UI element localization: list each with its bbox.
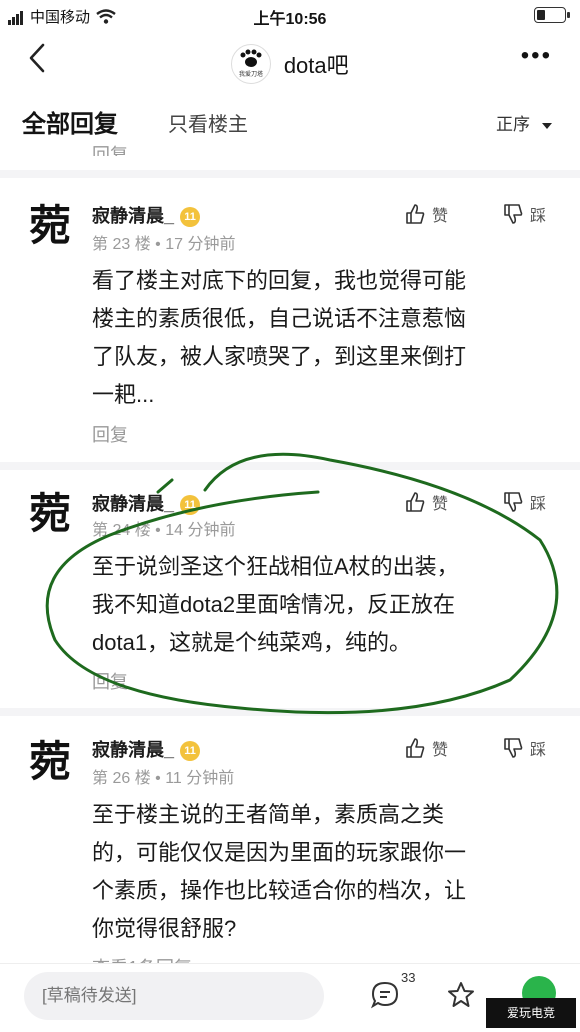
level-badge: 11: [180, 207, 201, 228]
username-row[interactable]: 寂静清晨_ 11: [92, 490, 201, 516]
dislike-label: 踩: [530, 496, 547, 513]
forum-title[interactable]: dota吧: [284, 53, 349, 78]
reply-link[interactable]: 回复: [92, 668, 128, 694]
body-line: 至于楼主说的王者简单，素质高之类: [92, 802, 445, 827]
avatar[interactable]: 菀: [24, 200, 76, 252]
username-row[interactable]: 寂静清晨_ 11: [92, 202, 201, 228]
divider: [0, 170, 580, 178]
body-line: 看了楼主对底下的回复，我也觉得可能: [92, 268, 467, 293]
body-line: 个素质，操作也比较适合你的档次，让: [92, 878, 467, 903]
body-line: 你觉得很舒服?: [92, 916, 237, 941]
dislike-button[interactable]: 踩: [502, 490, 546, 514]
nav-bar: 我爱刀塔 dota吧 •••: [0, 30, 580, 88]
post-floor-23: 菀 寂静清晨_ 11 第 23 楼 • 17 分钟前 赞 踩 看了楼主对底下的回复…: [0, 178, 580, 468]
dislike-label: 踩: [530, 208, 547, 225]
watermark-logo: 爱玩电竞: [486, 998, 576, 1028]
post-meta: 第 23 楼 • 17 分钟前: [92, 236, 236, 253]
floor-number: 第 26 楼: [92, 770, 151, 787]
thumbs-up-icon: [406, 204, 425, 224]
clock: 上午10:56: [253, 11, 327, 28]
like-label: 赞: [432, 496, 449, 513]
like-button[interactable]: 赞: [404, 490, 448, 514]
forum-logo[interactable]: 我爱刀塔: [231, 44, 272, 84]
thumbs-down-icon: [504, 738, 523, 758]
star-icon[interactable]: [446, 980, 476, 1010]
reply-link[interactable]: 回复: [92, 421, 128, 447]
post-time: 14 分钟前: [165, 522, 236, 539]
dislike-button[interactable]: 踩: [502, 202, 546, 226]
dislike-button[interactable]: 踩: [502, 736, 546, 760]
thumbs-down-icon: [504, 492, 523, 512]
post-floor-26: 菀 寂静清晨_ 11 第 26 楼 • 11 分钟前 赞 踩 至于楼主说的王者简单…: [0, 716, 580, 978]
like-label: 赞: [432, 208, 449, 225]
like-button[interactable]: 赞: [404, 736, 448, 760]
post-meta: 第 24 楼 • 14 分钟前: [92, 522, 236, 539]
username: 寂静清晨_: [92, 740, 175, 760]
divider: [0, 462, 580, 470]
post-time: 11 分钟前: [165, 770, 235, 787]
paw-icon: 我爱刀塔: [239, 49, 263, 78]
comment-icon[interactable]: [370, 980, 400, 1010]
body-line: 的，可能仅仅是因为里面的玩家跟你一: [92, 840, 467, 865]
level-badge: 11: [180, 741, 201, 762]
post-meta: 第 26 楼 • 11 分钟前: [92, 770, 235, 787]
floor-number: 第 24 楼: [92, 522, 151, 539]
thumbs-up-icon: [406, 738, 425, 758]
avatar[interactable]: 菀: [24, 736, 76, 788]
post-body: 至于说剑圣这个狂战相位A杖的出装， 我不知道dota2里面啥情况，反正放在 do…: [92, 548, 542, 662]
reply-filter-tabs: 全部回复 只看楼主 正序: [0, 98, 580, 144]
more-icon[interactable]: •••: [521, 42, 552, 70]
comment-count: 33: [401, 970, 416, 985]
body-line: 了队友，被人家喷哭了，到这里来倒打: [92, 344, 467, 369]
username: 寂静清晨_: [92, 494, 175, 514]
floor-number: 第 23 楼: [92, 236, 151, 253]
sort-dropdown[interactable]: 正序: [496, 110, 552, 135]
body-line: 一耙...: [92, 382, 155, 407]
divider: [0, 708, 580, 716]
thumbs-down-icon: [504, 204, 523, 224]
dislike-label: 踩: [530, 742, 547, 759]
avatar[interactable]: 菀: [24, 488, 76, 540]
like-button[interactable]: 赞: [404, 202, 448, 226]
username-row[interactable]: 寂静清晨_ 11: [92, 736, 201, 762]
status-bar: 中国移动 上午10:56: [0, 0, 580, 30]
post-body: 看了楼主对底下的回复，我也觉得可能 楼主的素质很低，自己说话不注意惹恼 了队友，…: [92, 262, 542, 414]
reply-link[interactable]: 回复: [92, 140, 128, 156]
post-floor-24: 菀 寂静清晨_ 11 第 24 楼 • 14 分钟前 赞 踩 至于说剑圣这个狂战相…: [0, 470, 580, 710]
tab-op-only[interactable]: 只看楼主: [168, 108, 248, 137]
body-line: dota1，这就是个纯菜鸡，纯的。: [92, 630, 412, 655]
body-line: 至于说剑圣这个狂战相位A杖的出装，: [92, 554, 459, 579]
tab-all-replies[interactable]: 全部回复: [22, 104, 118, 139]
svg-text:我爱刀塔: 我爱刀塔: [239, 70, 263, 78]
post-time: 17 分钟前: [165, 236, 236, 253]
sort-label: 正序: [496, 115, 530, 134]
username: 寂静清晨_: [92, 206, 175, 226]
body-line: 楼主的素质很低，自己说话不注意惹恼: [92, 306, 467, 331]
thumbs-up-icon: [406, 492, 425, 512]
body-line: 我不知道dota2里面啥情况，反正放在: [92, 592, 456, 617]
like-label: 赞: [432, 742, 449, 759]
level-badge: 11: [180, 495, 201, 516]
post-body: 至于楼主说的王者简单，素质高之类 的，可能仅仅是因为里面的玩家跟你一 个素质，操…: [92, 796, 542, 948]
reply-input[interactable]: [24, 972, 324, 1020]
battery-icon: [534, 7, 570, 23]
caret-down-icon: [542, 122, 552, 129]
